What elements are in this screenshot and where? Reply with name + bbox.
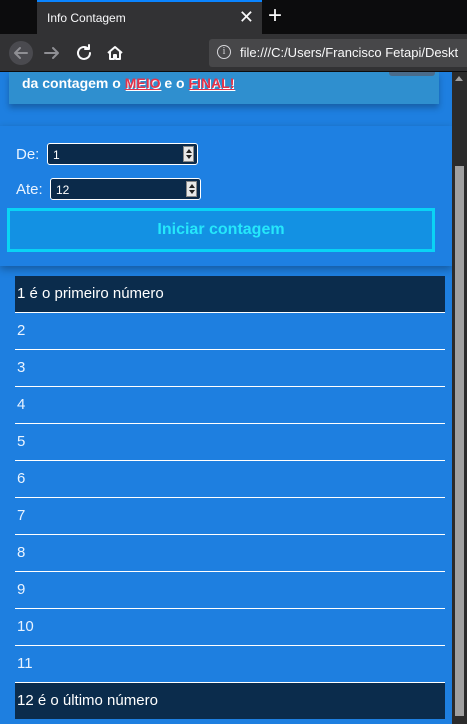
plus-icon[interactable]: + xyxy=(268,2,282,30)
arrow-right-icon[interactable] xyxy=(39,40,65,66)
to-spinner[interactable] xyxy=(186,181,197,197)
list-item: 8 xyxy=(15,535,445,572)
list-item: 4 xyxy=(15,387,445,424)
browser-tab[interactable]: Info Contagem ✕ xyxy=(37,0,262,34)
arrow-left-icon[interactable] xyxy=(8,40,34,66)
list-item: 1 é o primeiro número xyxy=(15,276,445,313)
spin-up-icon[interactable] xyxy=(186,149,192,153)
intro-text: da contagem o MEIO e o FINAL! xyxy=(22,75,234,91)
list-item: 5 xyxy=(15,424,445,461)
tab-title: Info Contagem xyxy=(47,11,126,25)
intro-final: FINAL! xyxy=(188,75,235,91)
navigation-bar: i file:///C:/Users/Francisco Fetapi/Desk… xyxy=(0,34,467,72)
page-content: da contagem o MEIO e o FINAL! De: 1 Ate:… xyxy=(0,72,452,724)
intro-prefix: da contagem o xyxy=(22,75,125,91)
list-item: 2 xyxy=(15,313,445,350)
list-item: 12 é o último número xyxy=(15,683,445,719)
from-value: 1 xyxy=(53,148,60,162)
home-icon[interactable] xyxy=(102,40,128,66)
from-input[interactable]: 1 xyxy=(47,143,198,165)
list-item: 10 xyxy=(15,609,445,646)
to-input[interactable]: 12 xyxy=(50,178,201,200)
intro-middle: MEIO xyxy=(124,75,161,91)
result-list: 1 é o primeiro número 2 3 4 5 6 7 8 9 10 11 12 é o … xyxy=(15,276,445,719)
close-icon[interactable]: ✕ xyxy=(239,6,254,28)
start-count-button[interactable]: Iniciar contagem xyxy=(7,208,435,252)
list-item: 3 xyxy=(15,350,445,387)
to-label: Ate: xyxy=(16,181,43,198)
url-text: file:///C:/Users/Francisco Fetapi/Deskt xyxy=(240,45,459,60)
list-item: 9 xyxy=(15,572,445,609)
spin-up-icon[interactable] xyxy=(189,184,195,188)
from-label: De: xyxy=(16,146,40,163)
url-bar[interactable]: i file:///C:/Users/Francisco Fetapi/Desk… xyxy=(209,39,467,67)
spin-down-icon[interactable] xyxy=(189,190,195,194)
list-item: 11 xyxy=(15,646,445,683)
list-item: 6 xyxy=(15,461,445,498)
scrollbar[interactable] xyxy=(452,72,467,724)
spin-down-icon[interactable] xyxy=(186,155,192,159)
to-value: 12 xyxy=(56,183,70,197)
from-spinner[interactable] xyxy=(183,146,194,162)
scroll-thumb[interactable] xyxy=(455,166,464,716)
tab-bar: Info Contagem ✕ + xyxy=(0,0,467,34)
banner-decoration xyxy=(389,72,435,76)
scroll-up-icon[interactable] xyxy=(455,76,463,81)
reload-icon[interactable] xyxy=(71,40,97,66)
intro-banner: da contagem o MEIO e o FINAL! xyxy=(9,72,439,104)
intro-joiner: e o xyxy=(160,75,189,91)
info-icon[interactable]: i xyxy=(217,45,231,59)
list-item: 7 xyxy=(15,498,445,535)
